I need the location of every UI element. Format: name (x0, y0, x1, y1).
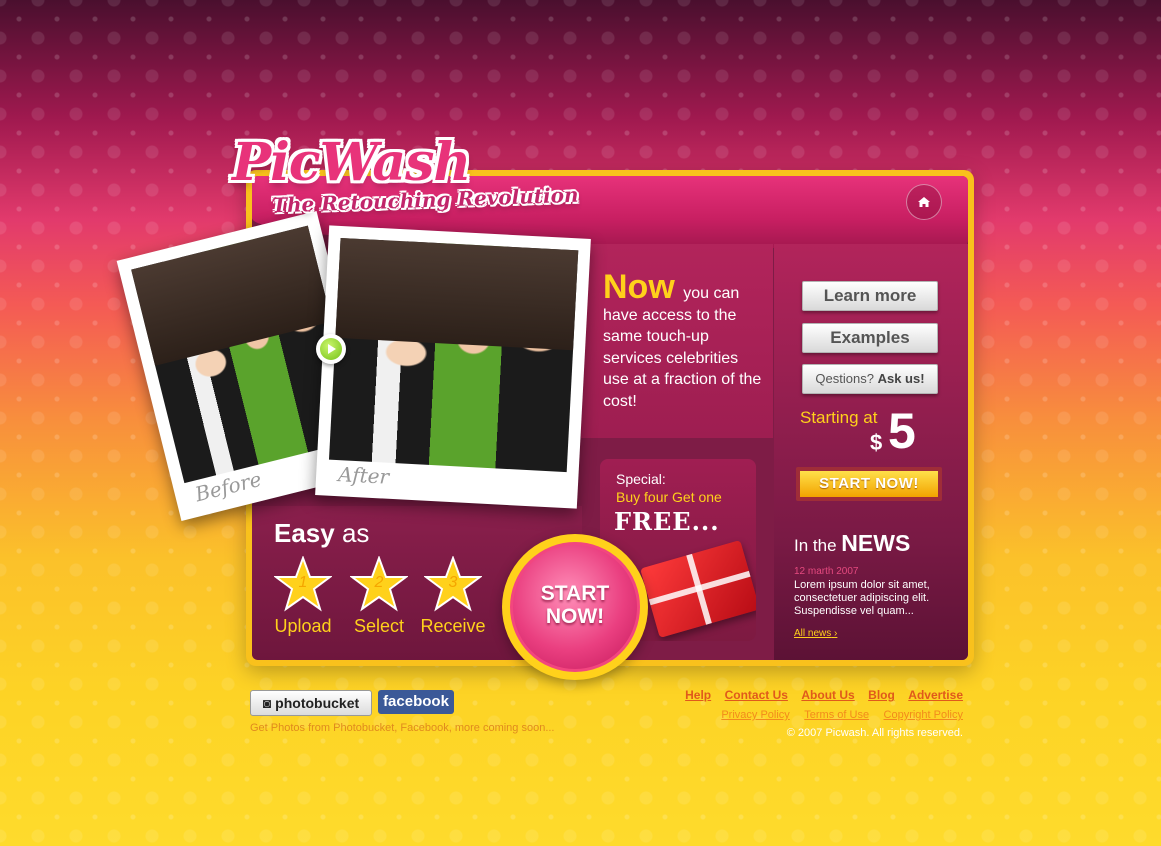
copyright-policy-link[interactable]: Copyright Policy (884, 709, 963, 721)
after-caption: After (337, 462, 390, 489)
starting-at-label: Starting at (800, 408, 878, 427)
step-select[interactable]: 2 Select (344, 556, 414, 637)
footer-note: Get Photos from Photobucket, Facebook, m… (250, 722, 555, 734)
start-now-label: START NOW! (800, 471, 938, 497)
camera-icon: ◙ (262, 695, 272, 711)
gift-box-icon (640, 540, 756, 638)
terms-of-use-link[interactable]: Terms of Use (804, 709, 869, 721)
all-news-link[interactable]: All news › (794, 628, 837, 639)
big-start-label: START NOW! (502, 582, 648, 628)
all-news-label: All news (794, 628, 832, 639)
news-prefix: In the (794, 536, 837, 555)
news-body: Lorem ipsum dolor sit amet, consectetuer… (794, 579, 930, 617)
footer-link-about[interactable]: About Us (801, 688, 854, 702)
step-upload[interactable]: 1 Upload (268, 556, 338, 637)
footer-link-help[interactable]: Help (685, 688, 711, 702)
intro-highlight: Now (603, 268, 675, 306)
questions-cta: Ask us! (877, 371, 925, 386)
logo-name: PicWash (232, 132, 471, 193)
facebook-button[interactable]: facebook (378, 690, 454, 714)
photobucket-button[interactable]: ◙ photobucket (250, 690, 372, 716)
copyright: © 2007 Picwash. All rights reserved. (786, 727, 963, 739)
footer-link-contact[interactable]: Contact Us (725, 688, 788, 702)
learn-more-button[interactable]: Learn more (802, 281, 938, 311)
policy-links: Privacy Policy Terms of Use Copyright Po… (711, 705, 963, 723)
easy-title-rest: as (341, 518, 370, 548)
questions-prefix: Qestions? (815, 371, 874, 386)
home-icon (918, 197, 930, 207)
step-label: Receive (420, 616, 486, 636)
special-free: FREE... (614, 507, 720, 536)
step-number: 1 (298, 574, 308, 591)
special-deal: Buy four Get one (616, 489, 722, 505)
arrow-right-icon: › (834, 628, 838, 639)
examples-button[interactable]: Examples (802, 323, 938, 353)
easy-title-bold: Easy (274, 518, 335, 548)
step-number: 2 (374, 574, 384, 591)
home-button[interactable] (906, 184, 942, 220)
start-now-button[interactable]: START NOW! (796, 467, 942, 501)
big-start-now-button[interactable]: START NOW! (502, 534, 648, 680)
news-date: 12 marth 2007 (794, 566, 859, 577)
footer-links: Help Contact Us About Us Blog Advertise (676, 686, 963, 704)
special-label: Special: (616, 471, 666, 487)
after-photo[interactable]: After (315, 225, 591, 509)
big-start-line2: NOW! (545, 605, 605, 628)
right-column: Learn more Examples Qestions? Ask us! St… (774, 244, 968, 660)
intro-panel: Now you can have access to the same touc… (581, 244, 773, 438)
photobucket-label: photobucket (275, 695, 360, 711)
step-label: Upload (274, 616, 332, 636)
big-start-line1: START (540, 582, 610, 605)
news-heading: In the NEWS (794, 530, 910, 557)
after-image (328, 237, 579, 473)
intro-text: Now you can have access to the same touc… (603, 270, 763, 412)
play-icon (320, 338, 342, 360)
news-title: NEWS (841, 530, 911, 556)
easy-title: Easy as (274, 518, 369, 549)
logo[interactable]: PicWash The Retouching Revolution (224, 132, 584, 242)
privacy-policy-link[interactable]: Privacy Policy (721, 709, 789, 721)
step-receive[interactable]: 3 Receive (418, 556, 488, 637)
price-amount: 5 (888, 403, 916, 459)
footer-link-blog[interactable]: Blog (868, 688, 895, 702)
questions-button[interactable]: Qestions? Ask us! (802, 364, 938, 394)
play-button[interactable] (316, 334, 346, 364)
footer-link-advertise[interactable]: Advertise (908, 688, 963, 702)
step-number: 3 (448, 574, 458, 591)
step-label: Select (353, 616, 405, 636)
price-currency: $ (870, 430, 883, 455)
